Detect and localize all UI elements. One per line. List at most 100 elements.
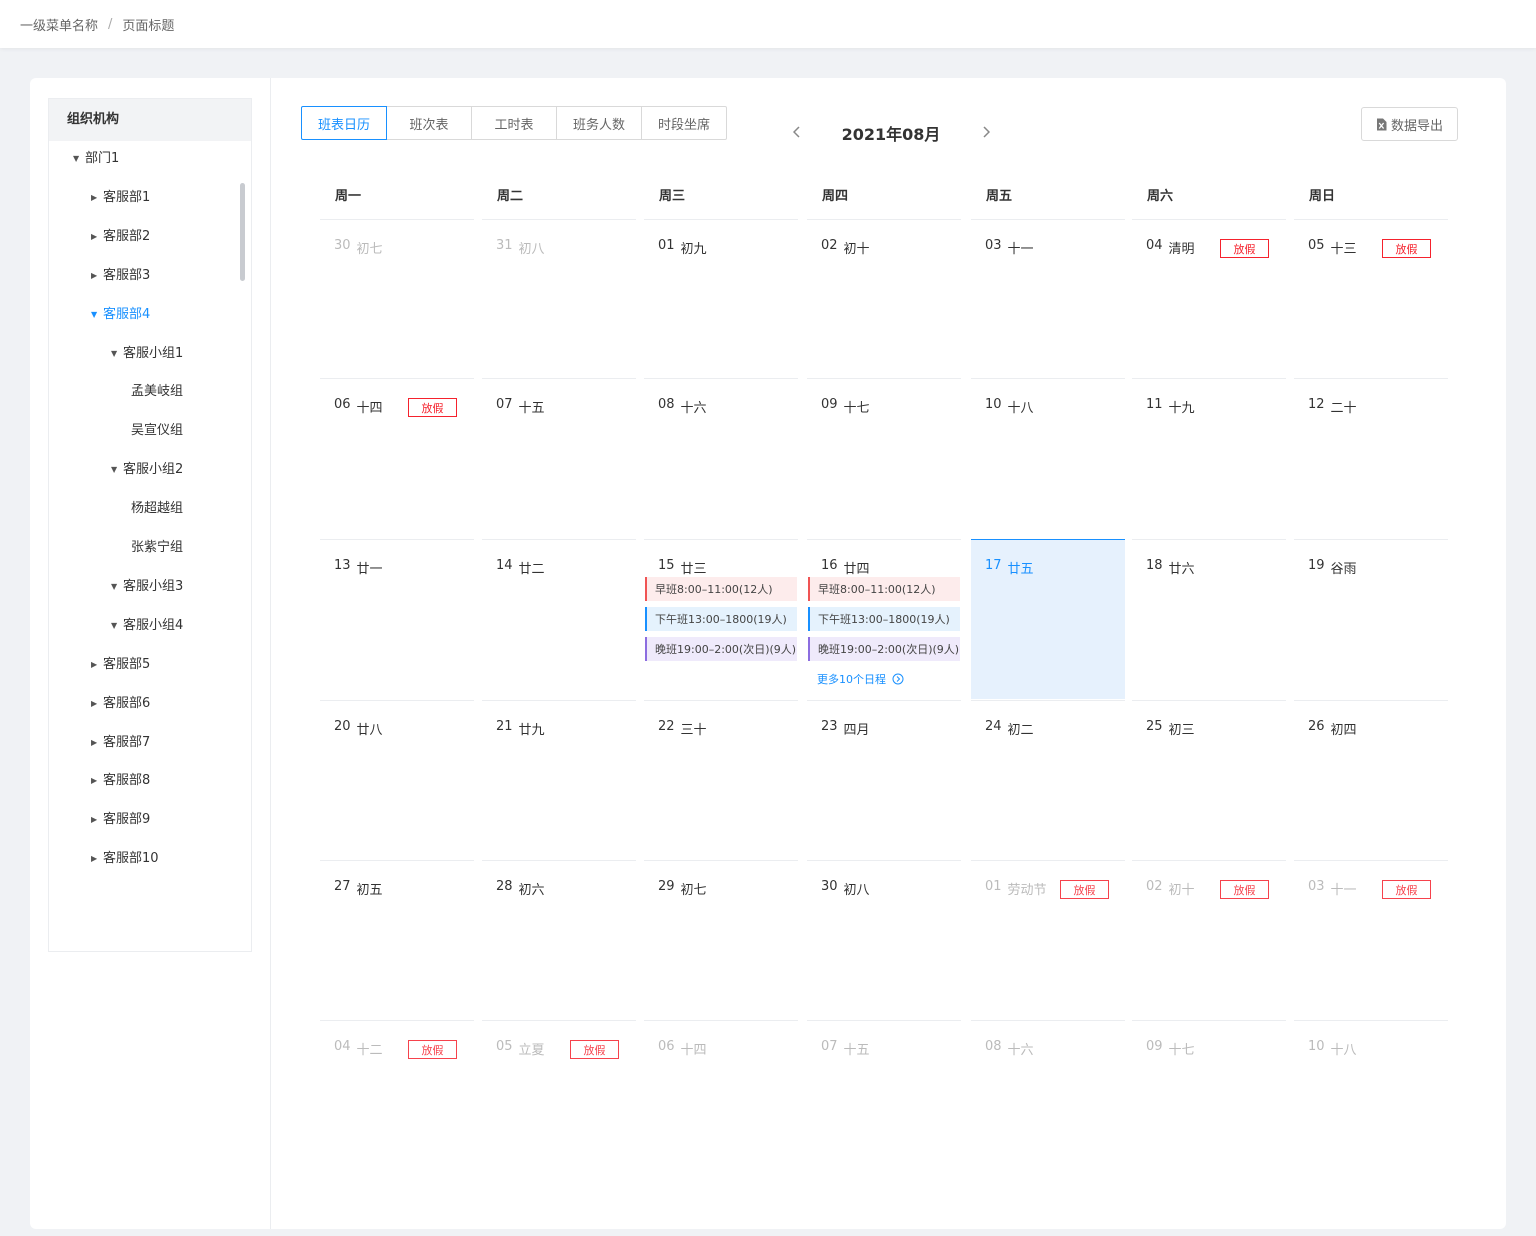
calendar-day-cell[interactable]: 27 初五	[320, 860, 474, 1020]
prev-month-button[interactable]	[787, 120, 807, 144]
org-tree-item[interactable]: 孟美岐组	[131, 382, 183, 402]
calendar-day-cell[interactable]: 07 十五	[807, 1020, 961, 1180]
holiday-badge: 放假	[1382, 239, 1431, 258]
calendar-day-cell[interactable]: 29 初七	[644, 860, 798, 1020]
calendar-day-cell[interactable]: 30 初七	[320, 219, 474, 379]
org-tree-item[interactable]: 吴宣仪组	[131, 421, 183, 441]
caret-down-icon[interactable]: ▼	[111, 616, 123, 636]
shift-night[interactable]: 晚班19:00–2:00(次日)(9人)	[808, 637, 960, 661]
calendar-day-cell[interactable]: 09 十七	[807, 378, 961, 538]
calendar-day-cell-today[interactable]: 17 廿五	[971, 539, 1125, 699]
calendar-day-cell[interactable]: 21 廿九	[482, 700, 636, 860]
calendar-day-cell[interactable]: 26 初四	[1294, 700, 1448, 860]
org-tree-item[interactable]: ▶ 客服部8	[91, 771, 150, 791]
calendar-day-cell[interactable]: 02 初十 放假	[1132, 860, 1286, 1020]
calendar-day-cell[interactable]: 14 廿二	[482, 539, 636, 699]
org-tree-item[interactable]: ▼ 客服小组3	[111, 577, 183, 597]
caret-right-icon[interactable]: ▶	[91, 849, 103, 869]
tab-2[interactable]: 工时表	[471, 106, 557, 140]
caret-right-icon[interactable]: ▶	[91, 227, 103, 247]
caret-down-icon[interactable]: ▼	[91, 305, 103, 325]
caret-right-icon[interactable]: ▶	[91, 655, 103, 675]
tab-1[interactable]: 班次表	[386, 106, 472, 140]
org-tree-item[interactable]: ▼ 客服小组2	[111, 460, 183, 480]
caret-right-icon[interactable]: ▶	[91, 188, 103, 208]
org-tree-item[interactable]: 杨超越组	[131, 499, 183, 519]
org-tree-item[interactable]: ▼ 客服部4	[91, 305, 150, 325]
caret-down-icon[interactable]: ▼	[111, 460, 123, 480]
calendar-day-cell[interactable]: 06 十四 放假	[320, 378, 474, 538]
calendar-day-cell[interactable]: 16 廿四 早班8:00–11:00(12人) 下午班13:00–1800(19人) 晚…	[807, 539, 961, 699]
calendar-day-cell[interactable]: 20 廿八	[320, 700, 474, 860]
org-tree-item[interactable]: ▶ 客服部6	[91, 694, 150, 714]
calendar-day-cell[interactable]: 04 清明 放假	[1132, 219, 1286, 379]
org-tree-item[interactable]: ▼ 部门1	[73, 149, 119, 169]
calendar-day-cell[interactable]: 04 十二 放假	[320, 1020, 474, 1180]
shift-after[interactable]: 下午班13:00–1800(19人)	[645, 607, 797, 631]
org-tree-item[interactable]: ▶ 客服部9	[91, 810, 150, 830]
calendar-day-cell[interactable]: 30 初八	[807, 860, 961, 1020]
caret-right-icon[interactable]: ▶	[91, 810, 103, 830]
caret-right-icon[interactable]: ▶	[91, 733, 103, 753]
caret-right-icon[interactable]: ▶	[91, 266, 103, 286]
tab-0[interactable]: 班表日历	[301, 106, 387, 140]
calendar-day-cell[interactable]: 23 四月	[807, 700, 961, 860]
next-month-button[interactable]	[976, 120, 996, 144]
calendar-day-cell[interactable]: 19 谷雨	[1294, 539, 1448, 699]
calendar-day-cell[interactable]: 06 十四	[644, 1020, 798, 1180]
breadcrumb-level1[interactable]: 一级菜单名称	[20, 15, 98, 34]
calendar-day-cell[interactable]: 03 十一 放假	[1294, 860, 1448, 1020]
calendar-day-cell[interactable]: 15 廿三 早班8:00–11:00(12人) 下午班13:00–1800(19人) 晚…	[644, 539, 798, 699]
calendar-day-cell[interactable]: 22 三十	[644, 700, 798, 860]
more-schedules-link[interactable]: 更多10个日程	[817, 671, 904, 687]
caret-right-icon[interactable]: ▶	[91, 771, 103, 791]
month-title: 2021年08月	[841, 125, 941, 144]
calendar-day-cell[interactable]: 12 二十	[1294, 378, 1448, 538]
calendar-day-cell[interactable]: 08 十六	[971, 1020, 1125, 1180]
org-tree-item[interactable]: ▼ 客服小组1	[111, 344, 183, 364]
calendar-day-cell[interactable]: 07 十五	[482, 378, 636, 538]
org-tree-item[interactable]: 张紫宁组	[131, 538, 183, 558]
lunar-date: 十八	[1007, 401, 1034, 416]
export-data-button[interactable]: 数据导出	[1361, 107, 1458, 141]
shift-early[interactable]: 早班8:00–11:00(12人)	[645, 577, 797, 601]
calendar-day-cell[interactable]: 10 十八	[971, 378, 1125, 538]
tab-3[interactable]: 班务人数	[556, 106, 642, 140]
calendar-day-cell[interactable]: 28 初六	[482, 860, 636, 1020]
shift-after[interactable]: 下午班13:00–1800(19人)	[808, 607, 960, 631]
tab-4[interactable]: 时段坐席	[641, 106, 727, 140]
shift-early[interactable]: 早班8:00–11:00(12人)	[808, 577, 960, 601]
org-tree-item[interactable]: ▶ 客服部2	[91, 227, 150, 247]
calendar-day-cell[interactable]: 05 立夏 放假	[482, 1020, 636, 1180]
calendar-day-cell[interactable]: 02 初十	[807, 219, 961, 379]
org-tree-item[interactable]: ▶ 客服部7	[91, 733, 150, 753]
weekday-header: 周日	[1309, 189, 1336, 204]
org-tree-item[interactable]: ▶ 客服部3	[91, 266, 150, 286]
caret-right-icon[interactable]: ▶	[91, 694, 103, 714]
org-tree-item[interactable]: ▶ 客服部5	[91, 655, 150, 675]
calendar-day-cell[interactable]: 18 廿六	[1132, 539, 1286, 699]
calendar-day-cell[interactable]: 10 十八	[1294, 1020, 1448, 1180]
calendar-day-cell[interactable]: 25 初三	[1132, 700, 1286, 860]
org-tree-item[interactable]: ▼ 客服小组4	[111, 616, 183, 636]
calendar-day-cell[interactable]: 01 初九	[644, 219, 798, 379]
calendar-day-cell[interactable]: 13 廿一	[320, 539, 474, 699]
org-tree-scrollbar[interactable]	[240, 183, 245, 281]
calendar-day-cell[interactable]: 31 初八	[482, 219, 636, 379]
calendar-day-cell[interactable]: 24 初二	[971, 700, 1125, 860]
caret-down-icon[interactable]: ▼	[111, 344, 123, 364]
calendar-day-cell[interactable]: 09 十七	[1132, 1020, 1286, 1180]
org-tree-item[interactable]: ▶ 客服部10	[91, 849, 159, 869]
calendar-day-cell[interactable]: 03 十一	[971, 219, 1125, 379]
caret-down-icon[interactable]: ▼	[73, 149, 85, 169]
cell-date: 11 十九	[1146, 397, 1195, 416]
cell-date: 12 二十	[1308, 397, 1357, 416]
calendar-day-cell[interactable]: 05 十三 放假	[1294, 219, 1448, 379]
calendar-day-cell[interactable]: 08 十六	[644, 378, 798, 538]
org-tree-item-label: 客服部1	[103, 189, 151, 205]
org-tree-item[interactable]: ▶ 客服部1	[91, 188, 150, 208]
calendar-day-cell[interactable]: 01 劳动节 放假	[971, 860, 1125, 1020]
caret-down-icon[interactable]: ▼	[111, 577, 123, 597]
shift-night[interactable]: 晚班19:00–2:00(次日)(9人)	[645, 637, 797, 661]
calendar-day-cell[interactable]: 11 十九	[1132, 378, 1286, 538]
